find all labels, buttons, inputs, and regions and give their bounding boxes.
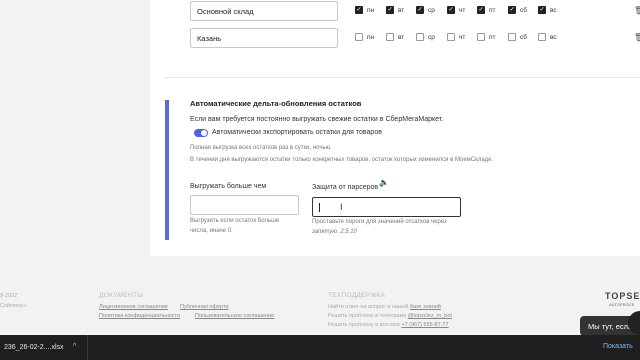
checkbox-checked-icon[interactable]: ✓ <box>538 6 546 14</box>
ibeam-cursor-icon: I <box>340 202 343 212</box>
brand-logo: TOPSE <box>605 291 640 301</box>
day-label: сб <box>520 6 527 14</box>
day-checkbox-4[interactable]: ✓ пт <box>477 6 496 14</box>
toggle-label: Автоматически экспортировать остатки для… <box>212 129 382 136</box>
auto-export-toggle[interactable] <box>194 129 208 137</box>
checkbox-empty-icon[interactable] <box>416 33 424 41</box>
day-label: вс <box>550 33 557 41</box>
link-telegram[interactable]: @topsclez_m_bot <box>408 313 452 319</box>
field2-help-line1: Проставьте пороги для значений отсатков … <box>312 219 447 225</box>
checkbox-empty-icon[interactable] <box>386 33 394 41</box>
link-license[interactable]: Лицензионное соглашение <box>99 304 168 310</box>
day-checkbox-4[interactable]: пт <box>477 33 496 41</box>
day-checkbox-0[interactable]: ✓ пн <box>355 6 374 14</box>
chevron-up-icon[interactable]: ^ <box>73 343 76 350</box>
brand-subtitle: AUTOPROCE <box>609 302 635 307</box>
support-line3: Решить проблему в вотсапе +7 (967) 555-8… <box>328 322 449 328</box>
day-checkbox-3[interactable]: ✓ чт <box>447 6 465 14</box>
show-all-downloads-link[interactable]: Показать <box>603 343 633 350</box>
link-privacy[interactable]: Политика конфиденциальности <box>99 313 180 319</box>
checkbox-checked-icon[interactable]: ✓ <box>386 6 394 14</box>
checkbox-empty-icon[interactable] <box>477 33 485 41</box>
day-checkbox-1[interactable]: вт <box>386 33 404 41</box>
footer-support-heading: ТЕХПОДДЕРЖКА <box>328 292 386 299</box>
download-filename: 236_26-02-2....xlsx <box>4 344 64 351</box>
day-label: вт <box>398 33 405 41</box>
day-checkbox-6[interactable]: вс <box>538 33 557 41</box>
footer: 9-2022 Сэйптекс» ДОКУМЕНТЫ Лицензионное … <box>0 288 640 328</box>
day-checkbox-2[interactable]: ср <box>416 33 435 41</box>
threshold-input[interactable] <box>190 195 299 215</box>
link-knowledge-base[interactable]: базе знаний <box>410 304 441 310</box>
day-checkbox-2[interactable]: ✓ ср <box>416 6 435 14</box>
speaker-icon: 🔈 <box>379 178 389 187</box>
link-whatsapp[interactable]: +7 (967) 555-87-77 <box>401 322 448 328</box>
trash-icon[interactable]: 🗑 <box>634 33 640 42</box>
day-label: чт <box>459 33 466 41</box>
day-label: пт <box>489 33 496 41</box>
checkbox-checked-icon[interactable]: ✓ <box>508 6 516 14</box>
checkbox-checked-icon[interactable]: ✓ <box>477 6 485 14</box>
field2-help-line2: запятую. 2,5,10 <box>312 229 357 235</box>
download-separator <box>87 335 88 360</box>
section-divider <box>165 77 640 78</box>
checkbox-empty-icon[interactable] <box>447 33 455 41</box>
day-checkbox-5[interactable]: ✓ сб <box>508 6 527 14</box>
checkbox-empty-icon[interactable] <box>538 33 546 41</box>
day-checkbox-5[interactable]: сб <box>508 33 527 41</box>
day-label: ср <box>428 33 435 41</box>
field1-label: Выгружать больше чем <box>190 183 267 190</box>
field1-help-line1: Выгрузить если остаток больше <box>190 218 280 224</box>
day-label: пн <box>367 33 375 41</box>
section-intro: Если вам требуется постоянно выгружать с… <box>190 116 444 123</box>
footer-docs-heading: ДОКУМЕНТЫ <box>99 292 144 299</box>
footer-copyright-year: 9-2022 <box>0 293 18 299</box>
section-title: Автоматические дельта-обновления остатко… <box>190 99 362 108</box>
note-delta-export: В течении дня выгружаются остатки только… <box>190 157 494 163</box>
day-label: сб <box>520 33 527 41</box>
day-checkbox-0[interactable]: пн <box>355 33 374 41</box>
day-label: ср <box>428 6 435 14</box>
day-label: вс <box>550 6 557 14</box>
text-caret <box>319 203 320 212</box>
day-label: пт <box>489 6 496 14</box>
link-offer[interactable]: Публичная оферта <box>180 304 229 310</box>
link-user-agreement[interactable]: Пользовательское соглашение <box>195 313 274 319</box>
download-bar: 236_26-02-2....xlsx ^ Показать <box>0 335 640 360</box>
support-line1: Найти ответ на вопрос в нашей базе знани… <box>328 304 441 310</box>
footer-copyright-name: Сэйптекс» <box>0 303 27 309</box>
field1-help-line2: числа, иначе 0. <box>190 228 233 234</box>
note-full-export: Полная выгрузка всех остатков раз в сутк… <box>190 145 332 151</box>
checkbox-checked-icon[interactable]: ✓ <box>447 6 455 14</box>
warehouse-name-field[interactable]: Казань <box>190 28 338 48</box>
warehouse-name-field[interactable]: Основной склад <box>190 1 338 21</box>
section-accent-bar <box>165 100 169 240</box>
day-label: пн <box>367 6 375 14</box>
checkbox-checked-icon[interactable]: ✓ <box>416 6 424 14</box>
checkbox-checked-icon[interactable]: ✓ <box>355 6 363 14</box>
parser-protection-input[interactable]: I <box>312 197 461 217</box>
day-checkbox-1[interactable]: ✓ вт <box>386 6 404 14</box>
day-checkbox-6[interactable]: ✓ вс <box>538 6 557 14</box>
support-line2: Решить проблему в телеграме @topsclez_m_… <box>328 313 452 319</box>
checkbox-empty-icon[interactable] <box>355 33 363 41</box>
day-checkbox-3[interactable]: чт <box>447 33 465 41</box>
trash-icon[interactable]: 🗑 <box>634 6 640 15</box>
day-label: вт <box>398 6 405 14</box>
day-label: чт <box>459 6 466 14</box>
field2-label: Защита от парсеров <box>312 184 379 191</box>
checkbox-empty-icon[interactable] <box>508 33 516 41</box>
